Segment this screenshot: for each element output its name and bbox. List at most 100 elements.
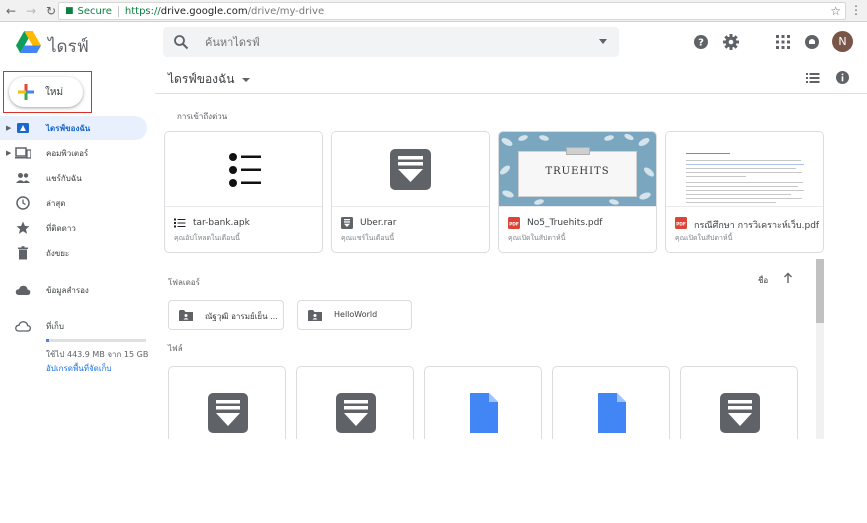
file-card[interactable]	[424, 366, 542, 446]
storage-usage-bar	[46, 339, 146, 342]
file-thumbnail	[666, 132, 823, 207]
search-input[interactable]	[205, 33, 585, 51]
drive-logo-icon[interactable]	[16, 31, 41, 53]
account-avatar[interactable]: N	[832, 31, 853, 52]
list-view-icon[interactable]	[806, 71, 820, 85]
doc-text-line	[686, 198, 802, 199]
storage-usage-fill	[46, 339, 49, 342]
sidebar-item-my-drive[interactable]: ▶ ไดรฟ์ของฉัน	[0, 116, 147, 140]
file-activity: คุณอัปโหลดในเดือนนี้	[174, 234, 240, 242]
svg-text:?: ?	[698, 38, 704, 49]
doc-text-line	[686, 194, 791, 195]
shared-folder-icon	[308, 310, 322, 321]
shared-icon	[16, 173, 30, 183]
file-thumbnail	[165, 132, 322, 207]
back-icon[interactable]: ←	[2, 2, 20, 20]
quick-access-card-uber[interactable]: Uber.rar คุณแชร์ในเดือนนี้	[331, 131, 490, 253]
quick-access-card-tar-bank[interactable]: tar-bank.apk คุณอัปโหลดในเดือนนี้	[164, 131, 323, 253]
archive-file-icon	[208, 393, 248, 433]
app-header: ไดรฟ์ ? N	[0, 22, 867, 64]
settings-gear-icon[interactable]	[722, 33, 740, 51]
document-tab	[566, 147, 590, 155]
quick-access-title: การเข้าถึงด่วน	[177, 112, 228, 121]
sidebar-item-label: ล่าสุด	[46, 198, 66, 208]
sidebar-item-trash[interactable]: ถังขยะ	[0, 241, 147, 265]
doc-text-line	[686, 176, 746, 177]
archive-file-icon	[336, 393, 376, 433]
sidebar-item-recent[interactable]: ล่าสุด	[0, 191, 147, 215]
breadcrumb-my-drive[interactable]: ไดรฟ์ของฉัน	[168, 70, 234, 89]
sidebar-item-shared[interactable]: แชร์กับฉัน	[0, 166, 147, 190]
file-name: Uber.rar	[360, 218, 397, 228]
sidebar-item-label: ข้อมูลสำรอง	[46, 285, 89, 295]
breadcrumb-dropdown-icon[interactable]	[242, 77, 251, 82]
folder-item[interactable]: HelloWorld	[297, 300, 412, 330]
doc-text-line	[686, 202, 776, 203]
file-card[interactable]	[552, 366, 670, 446]
archive-file-icon	[720, 393, 760, 433]
bookmark-star-icon[interactable]: ☆	[830, 4, 841, 18]
folder-name: ณัฐวุฒิ อารมย์เย็น ...	[205, 312, 278, 321]
shared-folder-icon	[179, 310, 193, 321]
address-bar[interactable]: ■ Secure https://drive.google.com/drive/…	[58, 2, 846, 20]
doc-text-line	[686, 172, 802, 173]
list-preview-icon	[229, 153, 261, 187]
info-icon[interactable]	[835, 70, 850, 85]
file-activity: คุณเปิดในสัปดาห์นี้	[508, 234, 566, 242]
secure-label: Secure	[77, 5, 112, 17]
doc-text-line	[686, 168, 796, 169]
storage-cloud-icon	[15, 321, 31, 332]
pdf-file-icon: PDF	[508, 217, 520, 229]
apps-grid-icon[interactable]	[774, 33, 792, 51]
expand-arrow-icon[interactable]: ▶	[6, 149, 11, 157]
document-file-icon	[470, 393, 498, 433]
sort-by-name[interactable]: ชื่อ	[758, 274, 768, 287]
quick-access-card-truehits[interactable]: TRUEHITS PDF No5_Truehits.pdf คุณเปิดในส…	[498, 131, 657, 253]
scrollbar-thumb[interactable]	[816, 259, 824, 323]
doc-heading-line	[686, 153, 730, 154]
file-name: No5_Truehits.pdf	[527, 218, 603, 228]
url-path: /drive/my-drive	[247, 5, 325, 17]
browser-menu-icon[interactable]: ⋮	[850, 3, 862, 17]
expand-arrow-icon[interactable]: ▶	[6, 124, 11, 132]
thumbnail-title: TRUEHITS	[545, 166, 610, 177]
help-icon[interactable]: ?	[692, 33, 710, 51]
sidebar-item-starred[interactable]: ที่ติดดาว	[0, 216, 147, 240]
notifications-icon[interactable]	[803, 33, 821, 51]
search-box[interactable]	[163, 27, 619, 57]
pdf-file-icon: PDF	[675, 217, 687, 229]
sidebar-item-backups[interactable]: ข้อมูลสำรอง	[0, 278, 147, 302]
file-card[interactable]	[680, 366, 798, 446]
quick-access-card-case-study[interactable]: PDF กรณีศึกษา การวิเคราะห์เว็บ.pdf คุณเป…	[665, 131, 824, 253]
search-options-icon[interactable]	[599, 39, 607, 44]
file-thumbnail: TRUEHITS	[499, 132, 656, 207]
new-button-label: ใหม่	[45, 87, 64, 98]
file-card[interactable]	[296, 366, 414, 446]
archive-preview-icon	[390, 149, 431, 190]
sidebar-item-label: ถังขยะ	[46, 248, 70, 258]
breadcrumb[interactable]: ไดรฟ์ของฉัน	[168, 70, 251, 89]
header-divider	[155, 93, 867, 94]
browser-toolbar: ← → ↻ ■ Secure https://drive.google.com /…	[0, 0, 867, 22]
doc-text-line	[686, 164, 804, 165]
folders-title: โฟลเดอร์	[168, 278, 200, 287]
sidebar-item-label: ไดรฟ์ของฉัน	[46, 123, 91, 133]
search-icon[interactable]	[173, 34, 189, 50]
lock-icon: ■	[65, 6, 74, 16]
new-button[interactable]: ใหม่	[9, 77, 83, 107]
forward-icon[interactable]: →	[22, 2, 40, 20]
file-activity: คุณแชร์ในเดือนนี้	[341, 234, 395, 242]
file-card[interactable]	[168, 366, 286, 446]
sort-direction-arrow-icon[interactable]	[783, 272, 793, 284]
trash-icon	[18, 246, 28, 260]
files-title: ไฟล์	[168, 344, 183, 353]
doc-text-line	[686, 182, 803, 183]
backup-cloud-icon	[15, 285, 31, 295]
folder-item[interactable]: ณัฐวุฒิ อารมย์เย็น ...	[168, 300, 284, 330]
doc-text-line	[686, 186, 798, 187]
upgrade-storage-link[interactable]: อัปเกรดพื้นที่จัดเก็บ	[46, 362, 112, 375]
doc-text-line	[686, 190, 804, 191]
sidebar-item-storage[interactable]: ที่เก็บ	[0, 314, 147, 338]
sidebar-item-computers[interactable]: ▶ คอมพิวเตอร์	[0, 141, 147, 165]
sidebar-item-label: แชร์กับฉัน	[46, 173, 82, 183]
